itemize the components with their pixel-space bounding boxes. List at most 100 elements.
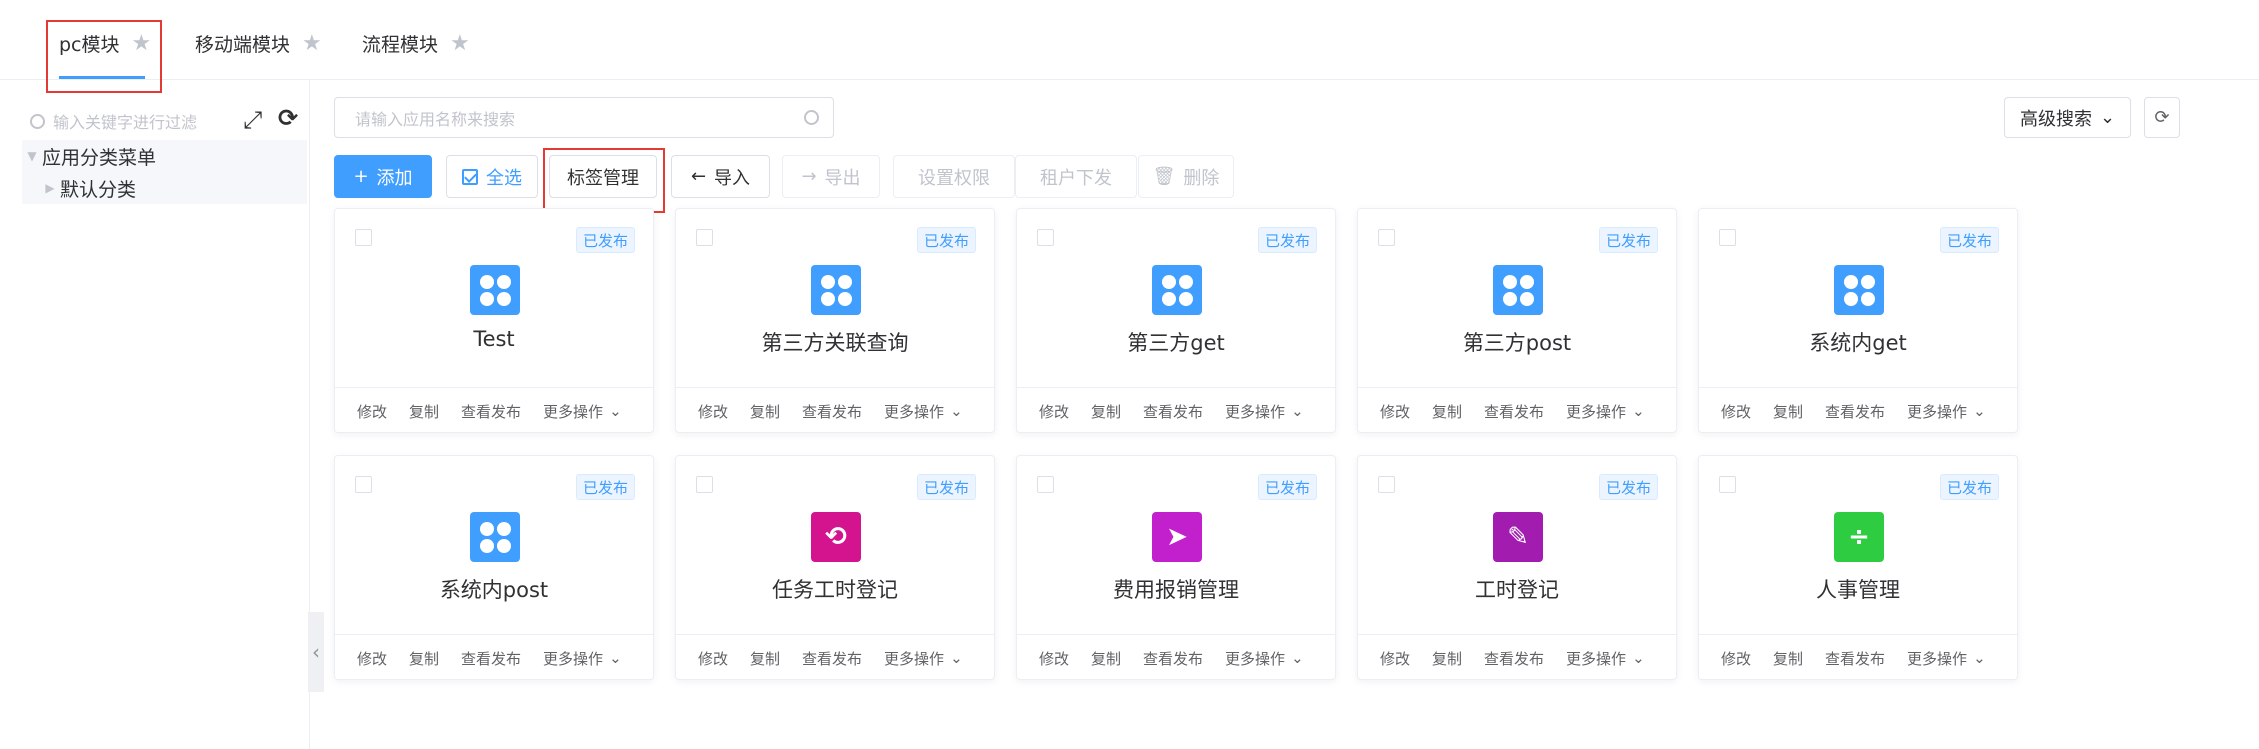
copy-link[interactable]: 复制 [1773,648,1803,669]
view-release-link[interactable]: 查看发布 [1484,648,1544,669]
app-card[interactable]: 已发布 ÷ 人事管理 修改 复制 查看发布 更多操作 ⌄ [1698,455,2018,680]
chevron-down-icon: ⌄ [950,402,963,420]
edit-link[interactable]: 修改 [1039,648,1069,669]
copy-link[interactable]: 复制 [409,401,439,422]
edit-link[interactable]: 修改 [698,648,728,669]
tab-flow-module[interactable]: 流程模块 ★ [362,30,470,57]
status-badge: 已发布 [1257,227,1317,253]
app-card[interactable]: 已发布 ✎ 工时登记 修改 复制 查看发布 更多操作 ⌄ [1357,455,1677,680]
edit-link[interactable]: 修改 [357,401,387,422]
advanced-search-button[interactable]: 高级搜索 ⌄ [2004,97,2131,138]
more-actions-dropdown[interactable]: 更多操作 ⌄ [1225,648,1304,669]
more-actions-dropdown[interactable]: 更多操作 ⌄ [543,648,622,669]
edit-link[interactable]: 修改 [1721,401,1751,422]
edit-link[interactable]: 修改 [698,401,728,422]
card-checkbox[interactable] [1719,229,1736,246]
more-actions-dropdown[interactable]: 更多操作 ⌄ [1566,401,1645,422]
edit-link[interactable]: 修改 [1380,401,1410,422]
expand-icon[interactable]: ⤢ [243,108,262,132]
card-checkbox[interactable] [696,476,713,493]
select-all-button[interactable]: 全选 [446,155,538,198]
card-checkbox[interactable] [1037,229,1054,246]
more-actions-dropdown[interactable]: 更多操作 ⌄ [543,401,622,422]
app-card[interactable]: 已发布 第三方post 修改 复制 查看发布 更多操作 ⌄ [1357,208,1677,433]
app-card[interactable]: 已发布 系统内post 修改 复制 查看发布 更多操作 ⌄ [334,455,654,680]
arrow-left-icon: ← [690,166,707,187]
import-button[interactable]: ← 导入 [671,155,770,198]
status-badge: 已发布 [1598,474,1658,500]
edit-link[interactable]: 修改 [357,648,387,669]
export-label: 导出 [824,167,861,189]
more-actions-dropdown[interactable]: 更多操作 ⌄ [1907,401,1986,422]
view-release-link[interactable]: 查看发布 [802,401,862,422]
chevron-down-icon: ⌄ [1632,649,1645,667]
star-icon[interactable]: ★ [450,32,470,55]
copy-link[interactable]: 复制 [1432,648,1462,669]
copy-link[interactable]: 复制 [1773,401,1803,422]
tree-node-default[interactable]: ▶ 默认分类 [22,172,307,204]
more-actions-dropdown[interactable]: 更多操作 ⌄ [1907,648,1986,669]
view-release-link[interactable]: 查看发布 [1143,648,1203,669]
card-checkbox[interactable] [1378,476,1395,493]
app-search-input[interactable]: 请输入应用名称来搜索 [334,97,834,138]
copy-link[interactable]: 复制 [1091,401,1121,422]
view-release-link[interactable]: 查看发布 [461,648,521,669]
collapse-panel-handle[interactable]: ‹ [308,612,324,692]
card-checkbox[interactable] [355,476,372,493]
more-actions-dropdown[interactable]: 更多操作 ⌄ [1566,648,1645,669]
view-release-link[interactable]: 查看发布 [461,401,521,422]
card-checkbox[interactable] [1378,229,1395,246]
star-icon[interactable]: ★ [302,32,322,55]
more-actions-dropdown[interactable]: 更多操作 ⌄ [884,401,963,422]
view-release-link[interactable]: 查看发布 [1825,648,1885,669]
copy-link[interactable]: 复制 [409,648,439,669]
app-card[interactable]: 已发布 第三方关联查询 修改 复制 查看发布 更多操作 ⌄ [675,208,995,433]
card-checkbox[interactable] [1037,476,1054,493]
copy-link[interactable]: 复制 [1432,401,1462,422]
app-card[interactable]: 已发布 ➤ 费用报销管理 修改 复制 查看发布 更多操作 ⌄ [1016,455,1336,680]
app-card[interactable]: 已发布 系统内get 修改 复制 查看发布 更多操作 ⌄ [1698,208,2018,433]
refresh-button[interactable]: ⟳ [2144,97,2180,138]
checkbox-icon[interactable] [462,168,478,185]
tree-node-root[interactable]: ▼ 应用分类菜单 [22,140,307,172]
view-release-link[interactable]: 查看发布 [802,648,862,669]
refresh-icon[interactable]: ⟳ [278,106,298,130]
select-all-label: 全选 [486,167,522,189]
card-checkbox[interactable] [1719,476,1736,493]
view-release-link[interactable]: 查看发布 [1825,401,1885,422]
permission-label: 设置权限 [918,167,990,189]
set-permission-button[interactable]: 设置权限 [893,155,1015,198]
copy-link[interactable]: 复制 [1091,648,1121,669]
edit-link[interactable]: 修改 [1380,648,1410,669]
add-label: 添加 [376,167,413,189]
delete-button[interactable]: 🗑 删除 [1138,155,1234,198]
tenant-dispatch-button[interactable]: 租户下发 [1015,155,1137,198]
view-release-link[interactable]: 查看发布 [1484,401,1544,422]
search-icon[interactable] [804,110,819,125]
export-button[interactable]: → 导出 [782,155,880,198]
card-checkbox[interactable] [696,229,713,246]
app-card[interactable]: 已发布 ⟲ 任务工时登记 修改 复制 查看发布 更多操作 ⌄ [675,455,995,680]
view-release-link[interactable]: 查看发布 [1143,401,1203,422]
app-card[interactable]: 已发布 Test 修改 复制 查看发布 更多操作 ⌄ [334,208,654,433]
card-checkbox[interactable] [355,229,372,246]
more-actions-label: 更多操作 [1566,402,1627,421]
copy-link[interactable]: 复制 [750,401,780,422]
tab-mobile-module[interactable]: 移动端模块 ★ [195,30,322,57]
app-card[interactable]: 已发布 第三方get 修改 复制 查看发布 更多操作 ⌄ [1016,208,1336,433]
add-button[interactable]: + 添加 [334,155,432,198]
category-tree: ▼ 应用分类菜单 ▶ 默认分类 [22,140,307,204]
edit-link[interactable]: 修改 [1039,401,1069,422]
caret-right-icon[interactable]: ▶ [40,181,60,195]
clover-icon [470,265,520,315]
more-actions-dropdown[interactable]: 更多操作 ⌄ [1225,401,1304,422]
status-badge: 已发布 [1257,474,1317,500]
edit-link[interactable]: 修改 [1721,648,1751,669]
delete-label: 删除 [1183,167,1220,189]
tree-filter-input[interactable]: 输入关键字进行过滤 [30,106,250,136]
clover-icon [470,512,520,562]
tenant-label: 租户下发 [1040,167,1112,189]
more-actions-dropdown[interactable]: 更多操作 ⌄ [884,648,963,669]
copy-link[interactable]: 复制 [750,648,780,669]
caret-down-icon[interactable]: ▼ [22,149,42,163]
